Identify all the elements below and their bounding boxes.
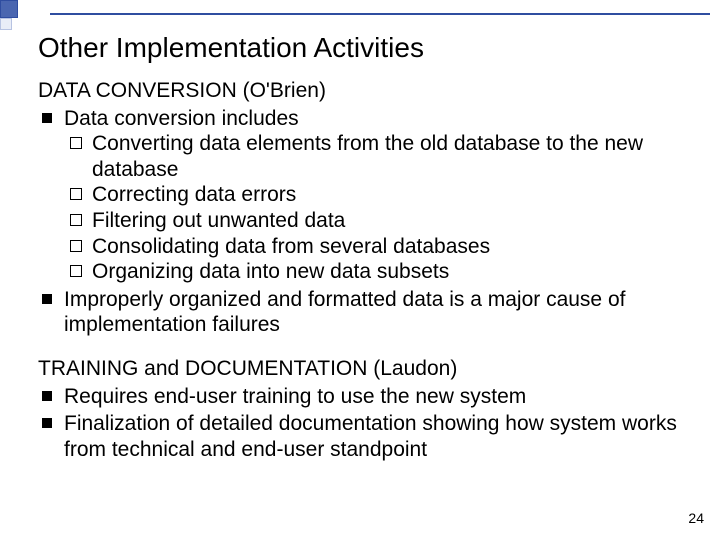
bullet-list-l1: Requires end-user training to use the ne… [38,384,686,463]
list-item: Requires end-user training to use the ne… [64,384,686,410]
list-item-text: Consolidating data from several database… [92,235,490,258]
list-item-text: Finalization of detailed documentation s… [64,412,677,461]
slide-title: Other Implementation Activities [38,32,424,64]
list-item: Consolidating data from several database… [92,234,686,260]
list-item-text: Requires end-user training to use the ne… [64,385,526,408]
bullet-list-l2: Converting data elements from the old da… [64,131,686,285]
list-item-text: Converting data elements from the old da… [92,132,643,181]
list-item: Data conversion includes Converting data… [64,106,686,285]
list-item-text: Organizing data into new data subsets [92,260,449,283]
section-heading: TRAINING and DOCUMENTATION (Laudon) [38,356,686,382]
list-item: Organizing data into new data subsets [92,259,686,285]
list-item: Filtering out unwanted data [92,208,686,234]
list-item: Converting data elements from the old da… [92,131,686,182]
bullet-list-l1: Data conversion includes Converting data… [38,106,686,338]
slide: Other Implementation Activities DATA CON… [0,0,720,540]
section-data-conversion: DATA CONVERSION (O'Brien) Data conversio… [38,78,686,338]
section-training-documentation: TRAINING and DOCUMENTATION (Laudon) Requ… [38,356,686,462]
header-decoration [0,0,720,26]
slide-body: DATA CONVERSION (O'Brien) Data conversio… [38,78,686,481]
list-item-text: Data conversion includes [64,107,299,130]
page-number: 24 [688,510,704,526]
list-item: Improperly organized and formatted data … [64,287,686,338]
list-item: Finalization of detailed documentation s… [64,411,686,462]
section-heading: DATA CONVERSION (O'Brien) [38,78,686,104]
deco-line [50,13,710,15]
list-item: Correcting data errors [92,182,686,208]
deco-square-small [0,18,12,30]
list-item-text: Improperly organized and formatted data … [64,288,625,337]
list-item-text: Correcting data errors [92,183,296,206]
deco-square-large [0,0,18,18]
list-item-text: Filtering out unwanted data [92,209,345,232]
